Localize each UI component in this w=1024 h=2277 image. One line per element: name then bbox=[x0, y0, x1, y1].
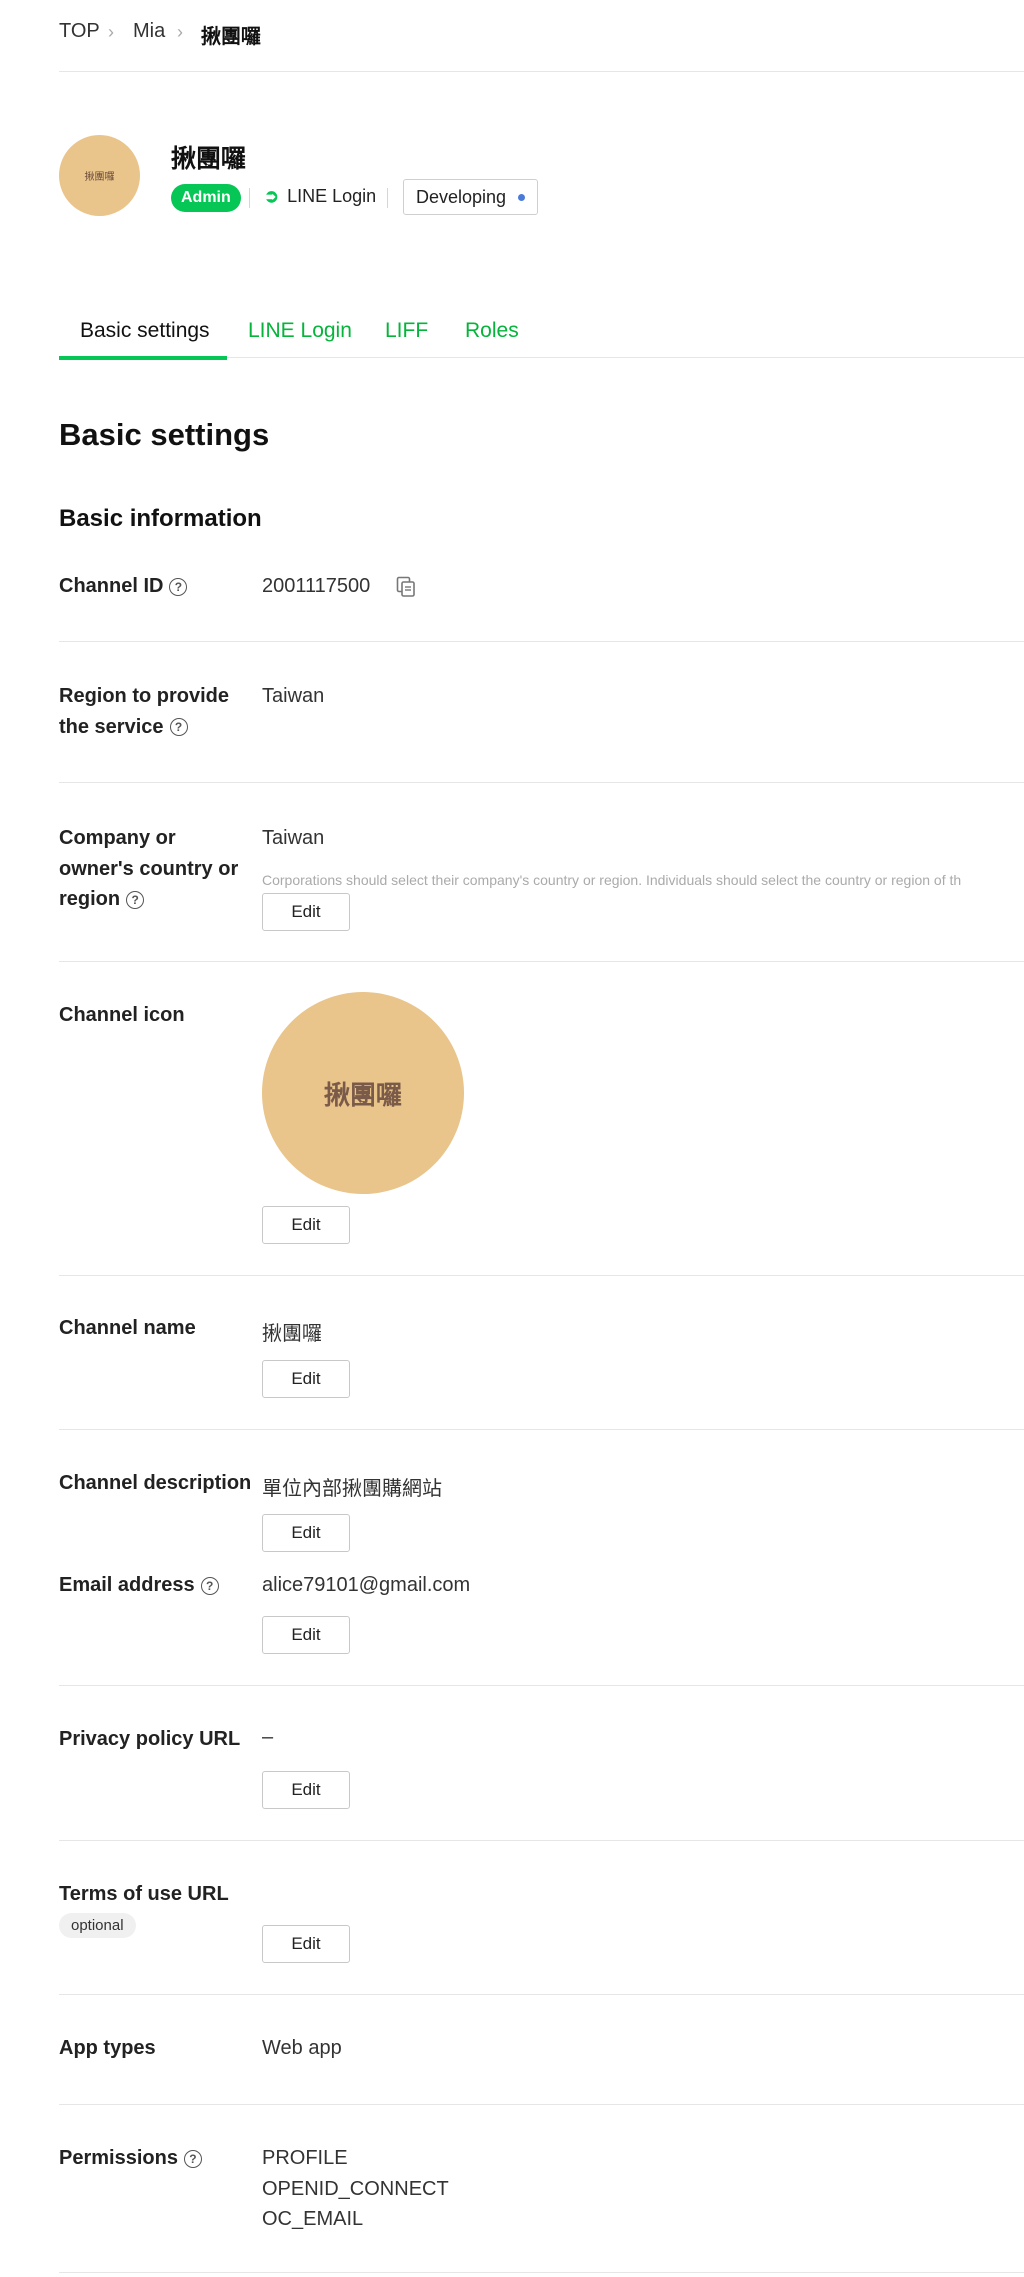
divider bbox=[59, 2272, 1024, 2273]
optional-badge: optional bbox=[59, 1913, 136, 1938]
permission-item: OC_EMAIL bbox=[262, 2208, 364, 2230]
status-label: Developing bbox=[416, 186, 507, 207]
privacy-policy-label: Privacy policy URL bbox=[59, 1728, 241, 1750]
divider bbox=[59, 641, 1024, 642]
channel-icon-image: 揪團囉 bbox=[262, 992, 464, 1194]
tab-roles[interactable]: Roles bbox=[465, 319, 519, 343]
tab-basic-settings[interactable]: Basic settings bbox=[80, 319, 210, 343]
help-icon[interactable]: ? bbox=[169, 577, 188, 596]
permissions-label: Permissions? bbox=[59, 2143, 202, 2174]
email-label: Email address? bbox=[59, 1570, 219, 1601]
channel-avatar-text: 揪團囉 bbox=[84, 172, 115, 183]
help-icon[interactable]: ? bbox=[126, 890, 145, 909]
help-icon[interactable]: ? bbox=[200, 1576, 219, 1595]
channel-id-value: 2001117500 bbox=[262, 575, 371, 597]
status-badge[interactable]: Developing bbox=[403, 179, 539, 215]
terms-of-use-label: Terms of use URL bbox=[59, 1883, 229, 1905]
channel-id-label: Channel ID? bbox=[59, 571, 188, 602]
active-tab-indicator bbox=[59, 356, 227, 360]
channel-name-value: 揪團囉 bbox=[262, 1323, 322, 1345]
divider bbox=[59, 1840, 1024, 1841]
channel-type-label: LINE Login bbox=[287, 186, 377, 206]
tab-line-login[interactable]: LINE Login bbox=[248, 319, 352, 343]
company-country-label-line1: Company or bbox=[59, 827, 176, 849]
permissions-label-text: Permissions bbox=[59, 2147, 178, 2169]
channel-icon-text: 揪團囉 bbox=[323, 1079, 402, 1110]
region-value: Taiwan bbox=[262, 685, 325, 707]
email-label-text: Email address bbox=[59, 1574, 195, 1596]
divider bbox=[59, 961, 1024, 962]
tab-liff[interactable]: LIFF bbox=[385, 319, 428, 343]
breadcrumb-current: 揪團囉 bbox=[201, 26, 261, 48]
breadcrumb-top[interactable]: TOP bbox=[59, 20, 100, 43]
company-country-value: Taiwan bbox=[262, 827, 325, 849]
breadcrumb-provider[interactable]: Mia bbox=[133, 20, 165, 43]
edit-company-country-button[interactable]: Edit bbox=[262, 893, 350, 931]
divider bbox=[59, 71, 1024, 72]
edit-email-button[interactable]: Edit bbox=[262, 1616, 350, 1654]
chevron-right-icon: › bbox=[177, 22, 183, 42]
divider bbox=[59, 1275, 1024, 1276]
channel-name-label: Channel name bbox=[59, 1317, 196, 1339]
divider bbox=[387, 188, 388, 208]
company-country-label-line2: owner's country or bbox=[59, 857, 239, 880]
divider bbox=[59, 782, 1024, 783]
channel-id-label-text: Channel ID bbox=[59, 575, 164, 597]
line-login-icon: ➲ bbox=[264, 186, 280, 206]
help-icon[interactable]: ? bbox=[183, 2149, 202, 2168]
channel-type-tag: ➲ LINE Login bbox=[264, 186, 376, 207]
divider bbox=[59, 1685, 1024, 1686]
app-types-label: App types bbox=[59, 2037, 156, 2059]
channel-icon-label: Channel icon bbox=[59, 1004, 185, 1026]
edit-privacy-policy-button[interactable]: Edit bbox=[262, 1771, 350, 1809]
edit-channel-name-button[interactable]: Edit bbox=[262, 1360, 350, 1398]
edit-channel-icon-button[interactable]: Edit bbox=[262, 1206, 350, 1244]
email-value: alice79101@gmail.com bbox=[262, 1574, 471, 1596]
copy-icon[interactable] bbox=[396, 576, 416, 598]
divider bbox=[249, 188, 250, 208]
divider bbox=[59, 1429, 1024, 1430]
status-dot-icon bbox=[518, 193, 526, 201]
company-country-label: Company or owner's country or region? bbox=[59, 823, 238, 915]
company-country-label-line3: region bbox=[59, 888, 121, 910]
help-icon[interactable]: ? bbox=[169, 718, 188, 737]
channel-description-value: 單位內部揪團購網站 bbox=[262, 1478, 442, 1500]
edit-terms-of-use-button[interactable]: Edit bbox=[262, 1925, 350, 1963]
section-title: Basic information bbox=[59, 505, 262, 532]
region-label-line1: Region to provide bbox=[59, 685, 229, 707]
edit-channel-description-button[interactable]: Edit bbox=[262, 1514, 350, 1552]
page-title: Basic settings bbox=[59, 417, 270, 452]
permission-item: OPENID_CONNECT bbox=[262, 2177, 449, 2200]
channel-description-label: Channel description bbox=[59, 1472, 252, 1494]
chevron-right-icon: › bbox=[108, 22, 114, 42]
company-country-note: Corporations should select their company… bbox=[262, 872, 962, 888]
channel-title: 揪團囉 bbox=[171, 145, 247, 173]
permission-item: PROFILE bbox=[262, 2147, 348, 2169]
role-badge: Admin bbox=[171, 184, 241, 212]
divider bbox=[59, 2104, 1024, 2105]
channel-avatar: 揪團囉 bbox=[59, 135, 140, 216]
app-types-value: Web app bbox=[262, 2037, 342, 2059]
permissions-list: PROFILE OPENID_CONNECT OC_EMAIL bbox=[262, 2143, 449, 2235]
divider bbox=[59, 1994, 1024, 1995]
region-label: Region to provide the service? bbox=[59, 681, 229, 742]
region-label-line2: the service bbox=[59, 715, 164, 738]
privacy-policy-value: – bbox=[262, 1726, 274, 1748]
